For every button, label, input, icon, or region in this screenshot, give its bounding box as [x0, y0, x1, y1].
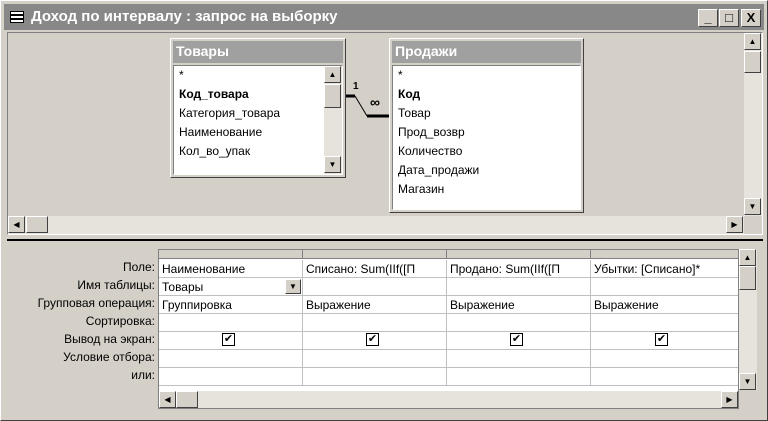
sort-cell[interactable]: [159, 314, 303, 332]
table-pane[interactable]: Товары * Код_товара Категория_товара Наи…: [7, 32, 763, 235]
size-box: [744, 216, 762, 234]
scroll-down-icon[interactable]: ▼: [744, 198, 761, 215]
field-item[interactable]: *: [179, 68, 184, 82]
field-item[interactable]: Количество: [398, 144, 462, 158]
scroll-up-icon[interactable]: ▲: [744, 33, 761, 50]
column-selector[interactable]: [447, 250, 591, 259]
relation-many-label: ∞: [370, 94, 380, 110]
table-cell[interactable]: [591, 278, 738, 296]
qbe-grid[interactable]: Наименование Товары ▼ Группировка ✔ Спис…: [158, 249, 739, 409]
grid-hscroll[interactable]: ◀ ▶: [159, 391, 738, 408]
field-item-key[interactable]: Код_товара: [179, 87, 249, 101]
show-cell: ✔: [303, 332, 447, 350]
title-bar[interactable]: Доход по интервалу : запрос на выборку _…: [4, 4, 764, 30]
field-list-body[interactable]: * Код_товара Категория_товара Наименован…: [173, 65, 343, 175]
field-item[interactable]: Прод_возвр: [398, 125, 465, 139]
sort-cell[interactable]: [303, 314, 447, 332]
or-cell[interactable]: [159, 368, 303, 386]
row-label-or: или:: [131, 368, 155, 382]
criteria-cell[interactable]: [303, 350, 447, 368]
field-item[interactable]: Дата_продажи: [398, 163, 479, 177]
scroll-down-icon[interactable]: ▼: [739, 373, 756, 390]
table-pane-vscroll[interactable]: ▲ ▼: [744, 33, 762, 216]
row-label-criteria: Условие отбора:: [63, 350, 155, 364]
scroll-thumb[interactable]: [176, 391, 198, 408]
scroll-thumb[interactable]: [26, 216, 48, 233]
field-item[interactable]: Кол_во_упак: [179, 144, 250, 158]
criteria-cell[interactable]: [591, 350, 738, 368]
table-cell[interactable]: [303, 278, 447, 296]
or-cell[interactable]: [591, 368, 738, 386]
group-cell[interactable]: Выражение: [591, 296, 738, 314]
pane-splitter[interactable]: [7, 237, 763, 243]
row-label-table: Имя таблицы:: [77, 278, 155, 292]
row-label-sort: Сортировка:: [85, 314, 155, 328]
restore-button[interactable]: □: [719, 9, 739, 27]
or-cell[interactable]: [447, 368, 591, 386]
field-item[interactable]: Магазин: [398, 182, 444, 196]
scroll-left-icon[interactable]: ◀: [159, 391, 176, 408]
field-list-prodazhi[interactable]: Продажи * Код Товар Прод_возвр Количеств…: [389, 38, 584, 213]
close-button[interactable]: X: [741, 9, 761, 27]
query-window: Доход по интервалу : запрос на выборку _…: [0, 0, 768, 421]
minimize-button[interactable]: _: [698, 9, 718, 27]
field-cell[interactable]: Списано: Sum(IIf([П: [303, 260, 447, 278]
scroll-down-icon[interactable]: ▼: [324, 156, 341, 173]
field-item[interactable]: *: [398, 68, 403, 82]
row-label-field: Поле:: [122, 260, 155, 274]
field-list-tovary[interactable]: Товары * Код_товара Категория_товара Наи…: [170, 38, 346, 178]
show-cell: ✔: [591, 332, 738, 350]
table-pane-hscroll[interactable]: ◀ ▶: [8, 216, 744, 234]
dropdown-arrow-icon[interactable]: ▼: [285, 279, 301, 294]
group-cell[interactable]: Группировка: [159, 296, 303, 314]
or-cell[interactable]: [303, 368, 447, 386]
row-label-show: Вывод на экран:: [64, 332, 155, 346]
grid-vscroll[interactable]: ▲ ▼: [739, 249, 757, 390]
field-cell[interactable]: Наименование: [159, 260, 303, 278]
criteria-cell[interactable]: [159, 350, 303, 368]
scroll-thumb[interactable]: [739, 266, 756, 290]
row-label-total: Групповая операция:: [37, 296, 155, 310]
criteria-cell[interactable]: [447, 350, 591, 368]
window-title: Доход по интервалу : запрос на выборку: [31, 8, 338, 25]
field-item[interactable]: Категория_товара: [179, 106, 280, 120]
relation-one-label: 1: [353, 81, 359, 92]
sort-cell[interactable]: [447, 314, 591, 332]
field-list-title[interactable]: Товары: [173, 41, 343, 63]
show-checkbox[interactable]: ✔: [366, 333, 379, 346]
column-selector[interactable]: [159, 250, 303, 259]
group-cell[interactable]: Выражение: [303, 296, 447, 314]
scroll-right-icon[interactable]: ▶: [721, 391, 738, 408]
field-item-key[interactable]: Код: [398, 87, 420, 101]
field-cell[interactable]: Продано: Sum(IIf([П: [447, 260, 591, 278]
scroll-up-icon[interactable]: ▲: [739, 249, 756, 266]
show-cell: ✔: [447, 332, 591, 350]
field-list-title[interactable]: Продажи: [392, 41, 581, 63]
field-item[interactable]: Товар: [398, 106, 431, 120]
field-list-scrollbar[interactable]: ▲ ▼: [324, 66, 342, 174]
sort-cell[interactable]: [591, 314, 738, 332]
show-cell: ✔: [159, 332, 303, 350]
scroll-thumb[interactable]: [744, 51, 761, 73]
table-cell-value: Товары: [162, 280, 204, 294]
column-selector[interactable]: [303, 250, 447, 259]
column-selector[interactable]: [591, 250, 738, 259]
field-cell[interactable]: Убытки: [Списано]*: [591, 260, 738, 278]
show-checkbox[interactable]: ✔: [655, 333, 668, 346]
table-cell[interactable]: [447, 278, 591, 296]
scroll-up-icon[interactable]: ▲: [324, 66, 341, 83]
show-checkbox[interactable]: ✔: [222, 333, 235, 346]
table-cell[interactable]: Товары ▼: [159, 278, 303, 296]
field-item[interactable]: Наименование: [179, 125, 262, 139]
field-list-body[interactable]: * Код Товар Прод_возвр Количество Дата_п…: [392, 65, 581, 210]
design-grid: Поле: Имя таблицы: Групповая операция: С…: [7, 245, 763, 417]
group-cell[interactable]: Выражение: [447, 296, 591, 314]
show-checkbox[interactable]: ✔: [510, 333, 523, 346]
scroll-left-icon[interactable]: ◀: [8, 216, 25, 233]
scroll-thumb[interactable]: [324, 84, 341, 108]
scroll-right-icon[interactable]: ▶: [726, 216, 743, 233]
query-design-icon: [10, 11, 24, 23]
